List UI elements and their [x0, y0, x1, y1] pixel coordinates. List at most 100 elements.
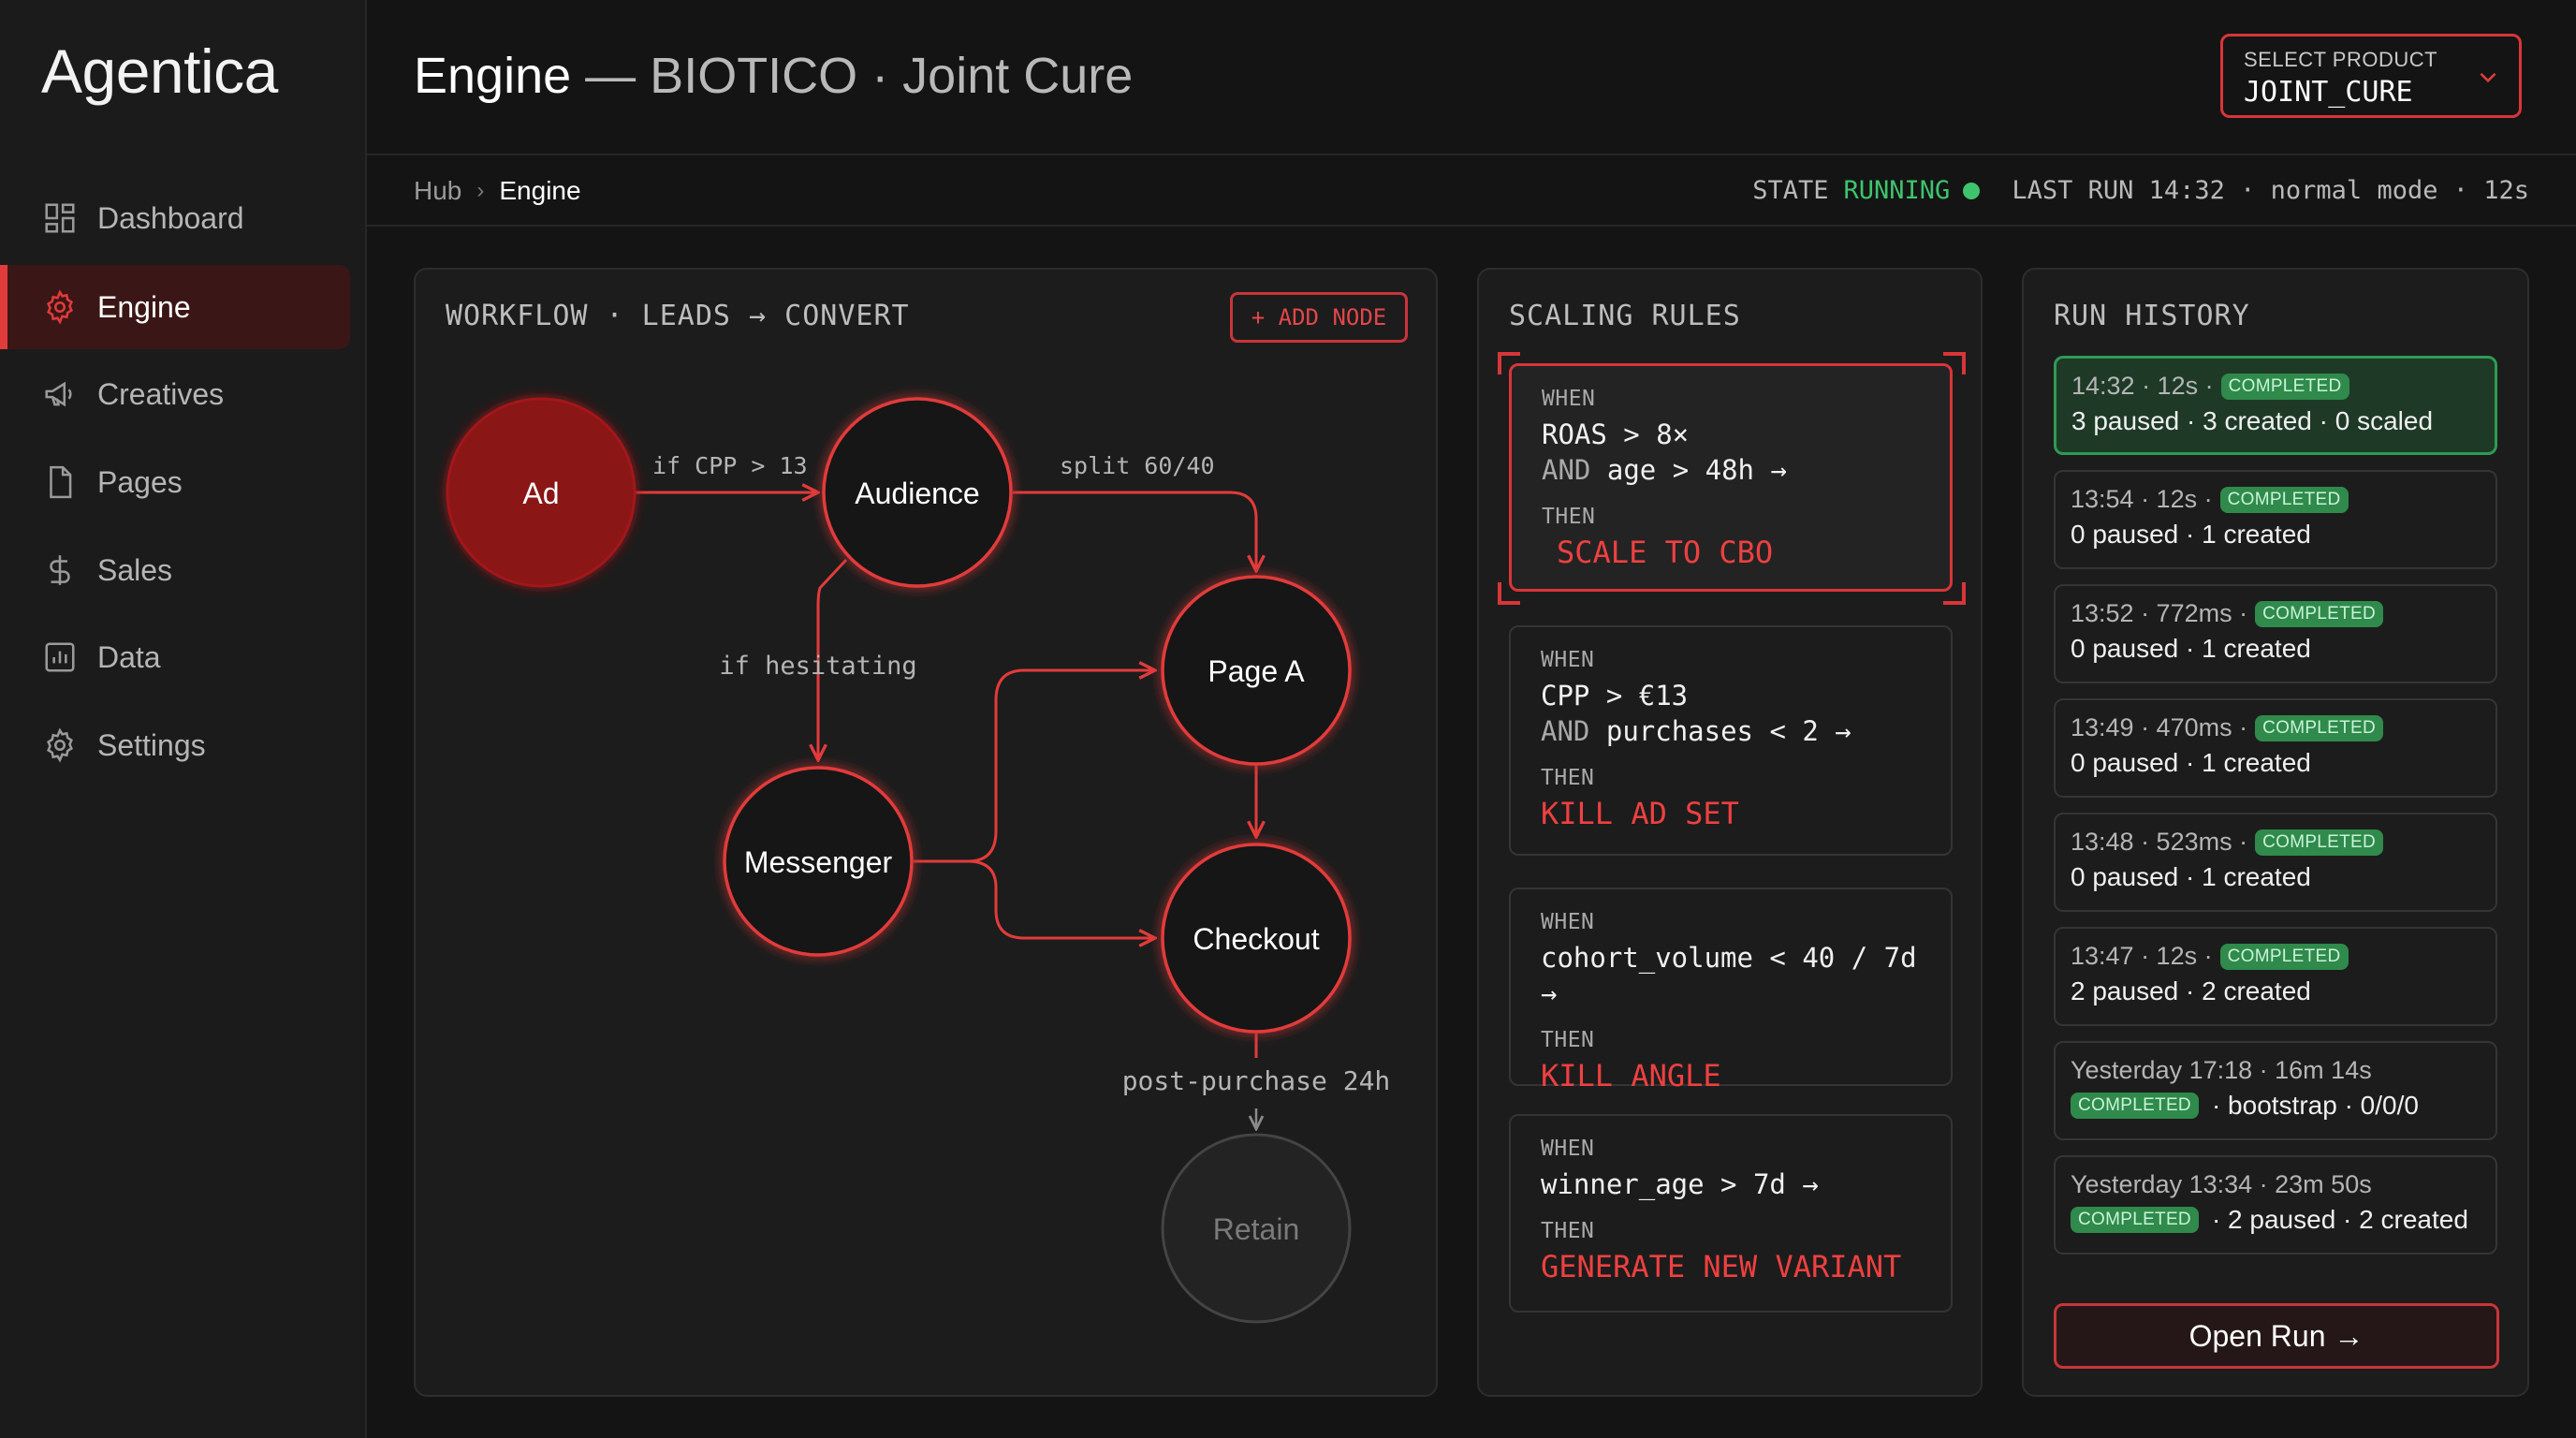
page-title-sub: — BIOTICO · Joint Cure [585, 48, 1134, 104]
breadcrumb: Hub › Engine [414, 176, 581, 206]
run-summary: 0 paused · 1 created [2071, 634, 2311, 663]
page-title-main: Engine [414, 48, 572, 104]
scaling-rule-card[interactable]: WHEN ROAS > 8× AND age > 48h → THEN SCAL… [1509, 363, 1953, 592]
run-history-item[interactable]: 14:32 · 12s · COMPLETED 3 paused · 3 crea… [2054, 356, 2497, 455]
run-meta: 13:54 · 12s · [2071, 485, 2213, 513]
run-meta: Yesterday 17:18 · 16m 14s [2071, 1056, 2372, 1084]
dashboard-icon [41, 199, 79, 237]
sidebar-item-settings[interactable]: Settings [0, 703, 350, 787]
run-history-item[interactable]: 13:54 · 12s · COMPLETED 0 paused · 1 crea… [2054, 470, 2497, 569]
rule-action: SCALE TO CBO [1557, 535, 1774, 570]
completed-badge: COMPLETED [2071, 1207, 2199, 1233]
node-retain-label: Retain [1213, 1212, 1300, 1246]
page-title: Engine — BIOTICO · Joint Cure [414, 47, 1133, 105]
sidebar-item-label: Settings [97, 727, 206, 762]
rule-action: KILL AD SET [1541, 796, 1739, 831]
dollar-icon [41, 551, 79, 589]
node-messenger-label: Messenger [744, 845, 893, 879]
sidebar-item-label: Data [97, 639, 161, 674]
run-history-item[interactable]: 13:47 · 12s · COMPLETED 2 paused · 2 crea… [2054, 927, 2497, 1026]
node-messenger[interactable]: Messenger [723, 766, 914, 957]
rule-and-label: AND [1542, 454, 1591, 486]
sidebar-item-pages[interactable]: Pages [0, 440, 350, 524]
workflow-panel: Ad Audience Page A Messenger Checkout Re… [414, 268, 1438, 1397]
node-audience-label: Audience [855, 477, 979, 510]
sidebar-item-label: Pages [97, 464, 183, 499]
breadcrumb-bar: Hub › Engine STATE RUNNING LAST RUN 14:3… [367, 155, 2576, 227]
edge-label-split: split 60/40 [1060, 452, 1215, 479]
open-run-button[interactable]: Open Run → [2054, 1303, 2499, 1369]
last-run-info: LAST RUN 14:32 · normal mode · 12s [2012, 176, 2529, 205]
megaphone-icon [41, 375, 79, 413]
engine-status: STATE RUNNING LAST RUN 14:32 · normal mo… [1752, 176, 2529, 205]
scaling-rule-card[interactable]: WHEN CPP > €13 AND purchases < 2 → THEN … [1509, 625, 1953, 856]
chevron-down-icon [2480, 72, 2496, 83]
rule-condition-and: AND age > 48h → [1542, 452, 1922, 488]
sidebar-item-label: Creatives [97, 376, 225, 411]
chart-icon [41, 638, 79, 676]
state-value: RUNNING [1843, 176, 1951, 205]
node-checkout-label: Checkout [1193, 922, 1319, 956]
node-ad-label: Ad [522, 477, 559, 510]
edge-messenger-page-a [914, 670, 1155, 863]
rule-condition-and: AND purchases < 2 → [1541, 713, 1923, 749]
sidebar-item-sales[interactable]: Sales [0, 528, 350, 612]
completed-badge: COMPLETED [2219, 486, 2349, 513]
scaling-rule-card[interactable]: WHEN cohort_volume < 40 / 7d → THEN KILL… [1509, 888, 1953, 1093]
sidebar-item-label: Engine [97, 289, 191, 324]
node-checkout[interactable]: Checkout [1161, 843, 1352, 1034]
edge-label-post-purchase: post-purchase 24h [1122, 1065, 1391, 1096]
add-node-button[interactable]: + ADD NODE [1230, 292, 1408, 343]
sidebar-item-engine[interactable]: Engine [0, 265, 350, 349]
node-ad[interactable]: Ad [446, 397, 637, 588]
run-summary: 0 paused · 1 created [2071, 520, 2311, 549]
sidebar-item-dashboard[interactable]: Dashboard [0, 176, 350, 260]
run-history-title: RUN HISTORY [2054, 300, 2250, 332]
rule-then-label: THEN [1542, 505, 1596, 529]
edge-messenger-checkout [967, 859, 1155, 938]
node-retain[interactable]: Retain [1161, 1133, 1352, 1324]
sidebar-item-creatives[interactable]: Creatives [0, 352, 350, 436]
rule-when-label: WHEN [1541, 648, 1595, 672]
sidebar: Agentica Dashboard Engine Creatives Page… [0, 0, 367, 1438]
page-header: Engine — BIOTICO · Joint Cure SELECT PRO… [367, 0, 2576, 155]
completed-badge: COMPLETED [2255, 714, 2384, 741]
sidebar-item-label: Dashboard [97, 200, 244, 235]
sidebar-item-data[interactable]: Data [0, 615, 350, 699]
run-summary: 3 paused · 3 created · 0 scaled [2071, 406, 2434, 435]
rule-when-label: WHEN [1542, 387, 1596, 411]
rule-then-label: THEN [1541, 1219, 1595, 1243]
run-history-item[interactable]: Yesterday 17:18 · 16m 14s COMPLETED · boo… [2054, 1041, 2497, 1140]
rule-when-label: WHEN [1541, 1137, 1595, 1161]
node-page-a[interactable]: Page A [1161, 575, 1352, 766]
run-history-item[interactable]: 13:49 · 470ms · COMPLETED 0 paused · 1 cr… [2054, 698, 2497, 798]
breadcrumb-current: Engine [499, 176, 581, 205]
rule-condition-2: age > 48h → [1606, 454, 1787, 486]
rule-condition: CPP > €13 [1541, 680, 1689, 712]
run-history-item[interactable]: 13:48 · 523ms · COMPLETED 0 paused · 1 cr… [2054, 813, 2497, 912]
app-logo: Agentica [41, 37, 278, 106]
rule-action: KILL ANGLE [1541, 1058, 1721, 1093]
edge-audience-page-a [1013, 491, 1256, 571]
run-meta: Yesterday 13:34 · 23m 50s [2071, 1170, 2372, 1198]
rule-when-label: WHEN [1541, 910, 1595, 934]
run-summary: · bootstrap · 0/0/0 [2211, 1091, 2419, 1120]
rule-and-label: AND [1541, 715, 1590, 747]
page-icon [41, 463, 79, 501]
run-history-item[interactable]: Yesterday 13:34 · 23m 50s COMPLETED · 2 p… [2054, 1155, 2497, 1255]
running-indicator-dot [1963, 182, 1981, 199]
scaling-rule-card[interactable]: WHEN winner_age > 7d → THEN GENERATE NEW… [1509, 1114, 1953, 1313]
run-summary: · 2 paused · 2 created [2211, 1205, 2468, 1234]
rule-condition: winner_age > 7d → [1541, 1168, 1819, 1200]
sidebar-item-label: Sales [97, 552, 173, 587]
run-meta: 13:49 · 470ms · [2071, 713, 2248, 741]
product-select[interactable]: SELECT PRODUCT JOINT_CURE [2220, 34, 2522, 118]
completed-badge: COMPLETED [2220, 373, 2349, 400]
node-audience[interactable]: Audience [822, 397, 1013, 588]
breadcrumb-hub[interactable]: Hub [414, 176, 461, 206]
run-history-item[interactable]: 13:52 · 772ms · COMPLETED 0 paused · 1 cr… [2054, 584, 2497, 683]
rule-condition-2: purchases < 2 → [1605, 715, 1852, 747]
completed-badge: COMPLETED [2071, 1093, 2199, 1119]
edge-label-cpp: if CPP > 13 [652, 452, 808, 479]
edge-label-hesitating: if hesitating [719, 652, 916, 681]
